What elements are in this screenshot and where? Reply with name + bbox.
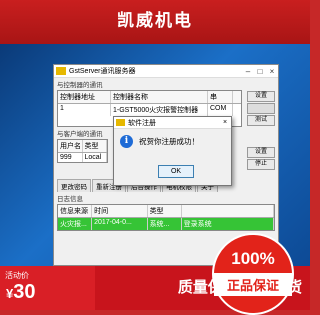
column-header[interactable]: 信息来源: [58, 205, 93, 217]
promo-label: 活动价: [5, 271, 29, 280]
client-table: 用户名 类型 999 Local: [57, 139, 108, 163]
app-logo-icon: [56, 67, 66, 75]
desktop-background: GstServer通讯服务器 – □ × 与控制器的通讯 控制器地址 控制器名称…: [0, 44, 310, 266]
close-icon[interactable]: ×: [266, 67, 278, 76]
banner-title: 凯威机电: [0, 0, 310, 44]
tab-change-password[interactable]: 更改密码: [57, 179, 91, 192]
badge-percent: 100%: [231, 249, 275, 268]
controller-section-label: 与控制器的通讯: [57, 82, 103, 89]
price-value: 30: [13, 281, 36, 303]
column-header[interactable]: 用户名: [58, 140, 83, 152]
dialog-titlebar: 软件注册 ×: [114, 117, 231, 129]
column-header[interactable]: 串: [208, 91, 233, 103]
log-table: 信息来源 时间 类型 火灾报... 2017-04-0... 系统... 登录系…: [57, 204, 275, 231]
maximize-icon[interactable]: □: [254, 67, 266, 76]
minimize-icon[interactable]: –: [242, 67, 254, 76]
client-settings-button[interactable]: 设置: [247, 147, 275, 158]
close-icon[interactable]: ×: [219, 119, 231, 126]
register-dialog: 软件注册 × i 祝贺你注册成功！ OK: [113, 116, 232, 186]
column-header[interactable]: 控制器地址: [58, 91, 111, 103]
table-row[interactable]: 火灾报... 2017-04-0... 系统... 登录系统: [58, 218, 274, 230]
table-row[interactable]: 1 1-GST5000火灾报警控制器 COM: [58, 104, 241, 116]
ok-button[interactable]: OK: [158, 165, 194, 178]
window-titlebar: GstServer通讯服务器 – □ ×: [54, 65, 278, 78]
dialog-message: 祝贺你注册成功！: [139, 137, 199, 146]
info-icon: i: [120, 135, 133, 148]
table-row[interactable]: 999 Local: [58, 153, 107, 162]
price-box: 活动价 ¥30: [0, 266, 95, 310]
aux-button[interactable]: [247, 103, 275, 114]
dialog-title: 软件注册: [128, 119, 156, 127]
stop-button[interactable]: 停止: [247, 159, 275, 170]
price: ¥30: [0, 281, 95, 304]
app-logo-icon: [116, 119, 125, 126]
test-button[interactable]: 测试: [247, 115, 275, 126]
column-header[interactable]: 时间: [92, 205, 148, 217]
column-header[interactable]: 类型: [83, 140, 107, 152]
column-header[interactable]: 控制器名称: [111, 91, 208, 103]
badge-label: 正品保证: [214, 273, 292, 296]
authentic-badge: 100% 正品保证: [212, 233, 294, 315]
column-header[interactable]: 类型: [148, 205, 182, 217]
settings-button[interactable]: 设置: [247, 91, 275, 102]
window-title: GstServer通讯服务器: [69, 68, 136, 75]
log-section-label: 日志信息: [57, 196, 83, 203]
